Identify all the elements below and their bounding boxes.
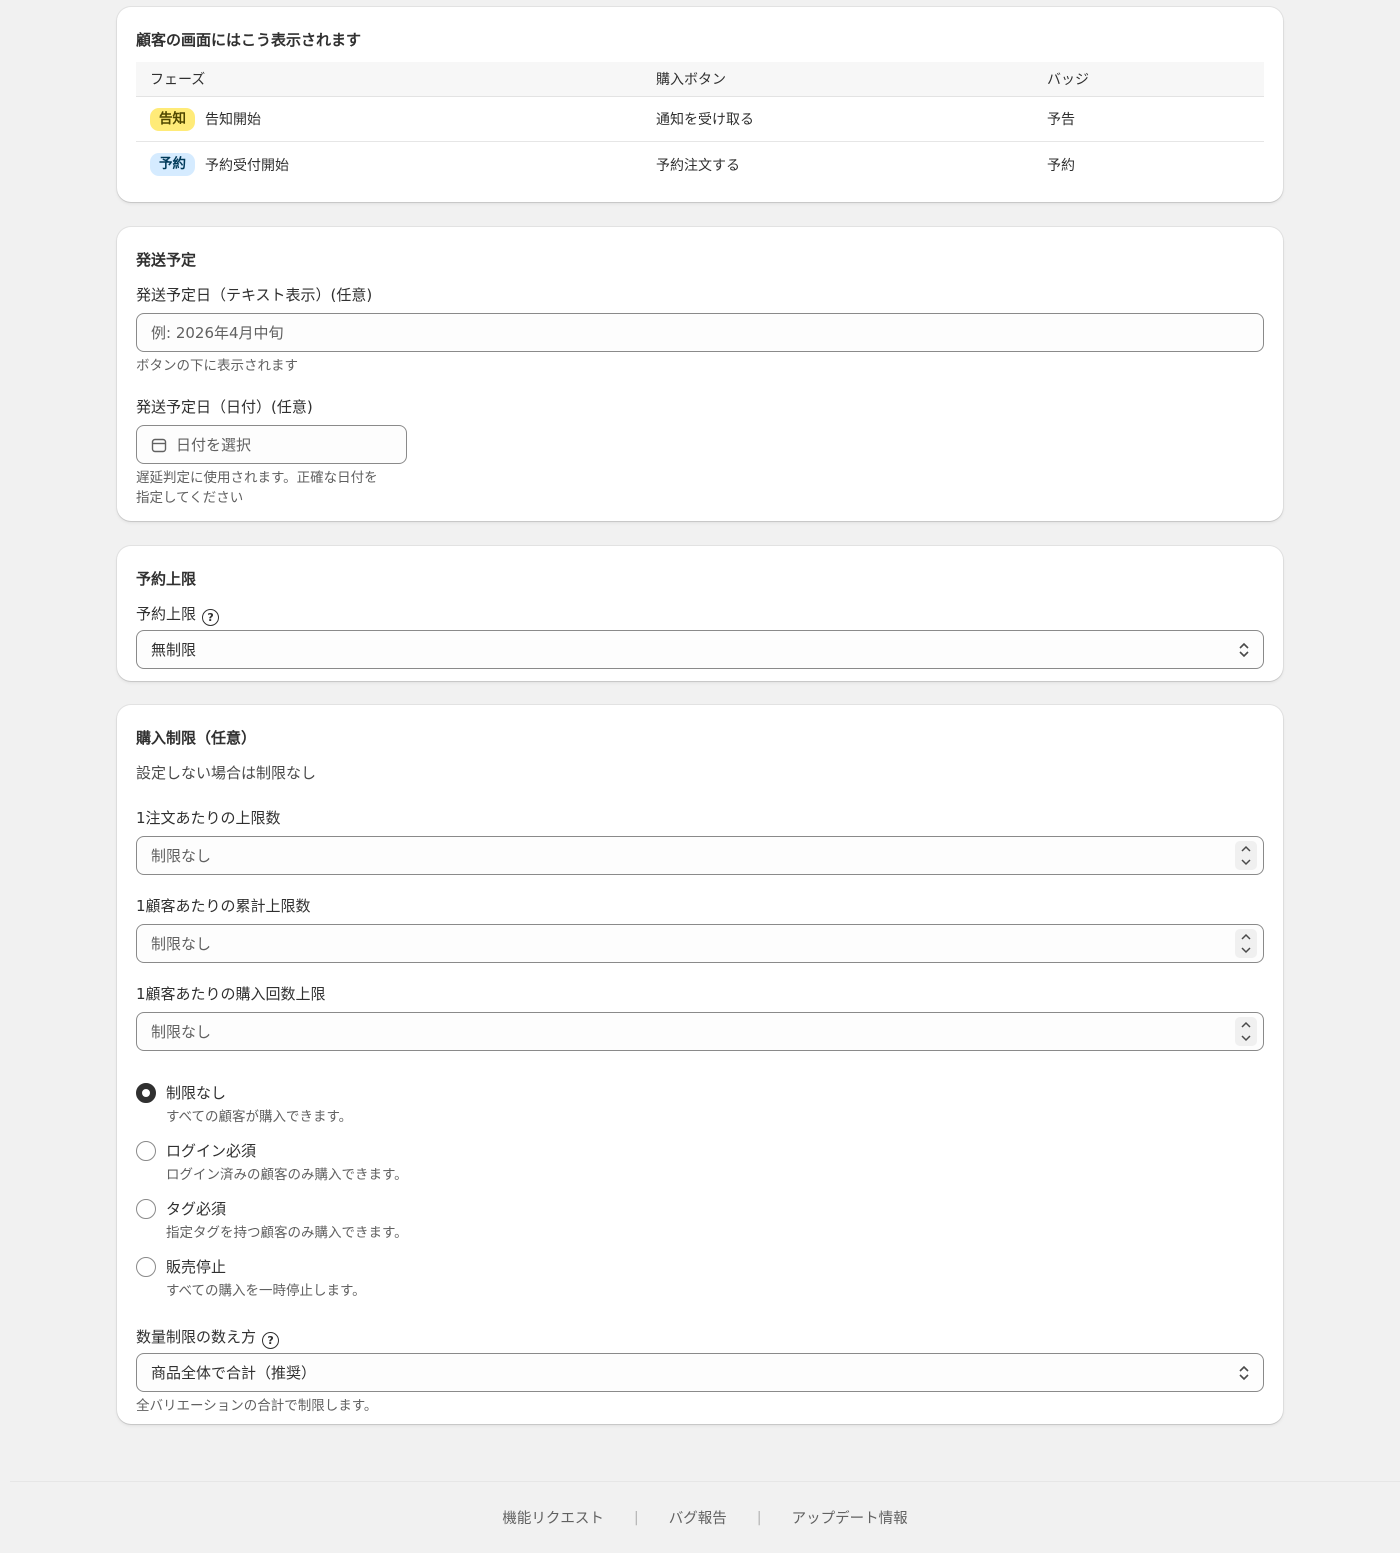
- shipping-text-placeholder: 例: 2026年4月中旬: [151, 324, 284, 342]
- radio-help: すべての顧客が購入できます。: [166, 1109, 353, 1125]
- badge-text: 予告: [1047, 112, 1075, 128]
- purchase-title: 購入制限（任意）: [136, 729, 257, 747]
- phase-name: 告知開始: [205, 112, 261, 128]
- count-method-label-row: 数量制限の数え方?: [136, 1326, 1264, 1349]
- limit-label: 予約上限: [136, 605, 197, 623]
- radio-button[interactable]: [136, 1141, 156, 1161]
- help-icon[interactable]: ?: [262, 1332, 280, 1349]
- shipping-date-picker[interactable]: 日付を選択: [136, 425, 407, 464]
- phase-badge-preorder: 予約: [150, 153, 195, 176]
- number-stepper[interactable]: [1235, 841, 1257, 870]
- shipping-text-help: ボタンの下に表示されます: [136, 358, 298, 374]
- radio-no-limit[interactable]: 制限なし すべての顧客が購入できます。: [136, 1082, 1264, 1140]
- radio-label: 販売停止: [166, 1258, 227, 1276]
- preview-title: 顧客の画面にはこう表示されます: [136, 31, 362, 49]
- stepper-arrows-icon: [1241, 933, 1251, 954]
- radio-button[interactable]: [136, 1083, 156, 1103]
- radio-button[interactable]: [136, 1199, 156, 1219]
- access-radio-group: 制限なし すべての顧客が購入できます。 ログイン必須 ログイン済みの顧客のみ購入…: [136, 1082, 1264, 1314]
- number-stepper[interactable]: [1235, 929, 1257, 958]
- column-header-button: 購入ボタン: [656, 72, 726, 88]
- radio-label: 制限なし: [166, 1084, 227, 1102]
- shipping-date-placeholder: 日付を選択: [176, 436, 252, 454]
- purchase-limit-card: 購入制限（任意） 設定しない場合は制限なし 1注文あたりの上限数 制限なし 1顧…: [117, 705, 1283, 1424]
- number-stepper[interactable]: [1235, 1017, 1257, 1046]
- limit-label-row: 予約上限?: [136, 603, 1264, 626]
- radio-tag-required[interactable]: タグ必須 指定タグを持つ顧客のみ購入できます。: [136, 1198, 1264, 1256]
- limit-title: 予約上限: [136, 570, 197, 588]
- footer-link-bug-report[interactable]: バグ報告: [669, 1507, 727, 1528]
- purchase-times-label: 1顧客あたりの購入回数上限: [136, 985, 326, 1003]
- radio-login-required[interactable]: ログイン必須 ログイン済みの顧客のみ購入できます。: [136, 1140, 1264, 1198]
- footer-link-updates[interactable]: アップデート情報: [792, 1507, 908, 1528]
- calendar-icon: [151, 437, 167, 453]
- count-method-label: 数量制限の数え方: [136, 1328, 257, 1346]
- badge-text: 予約: [1047, 157, 1075, 174]
- purchase-times-placeholder: 制限なし: [151, 1023, 212, 1041]
- reservation-limit-card: 予約上限 予約上限? 無制限: [117, 546, 1283, 681]
- footer-separator: |: [756, 1509, 762, 1526]
- radio-help: すべての購入を一時停止します。: [166, 1283, 366, 1299]
- limit-select-value: 無制限: [151, 641, 197, 659]
- phase-name: 予約受付開始: [205, 157, 289, 174]
- count-method-value: 商品全体で合計（推奨）: [151, 1364, 317, 1382]
- shipping-date-help: 遅延判定に使用されます。正確な日付を 指定してください: [136, 470, 378, 506]
- shipping-date-label: 発送予定日（日付）(任意): [136, 398, 313, 416]
- footer-link-feature-request[interactable]: 機能リクエスト: [502, 1507, 604, 1528]
- chevron-up-down-icon: [1239, 1365, 1249, 1381]
- shipping-title: 発送予定: [136, 251, 197, 269]
- stepper-arrows-icon: [1241, 845, 1251, 866]
- preview-table: フェーズ 購入ボタン バッジ 告知 告知開始 通知を受け取る 予告 予約 予約受…: [136, 62, 1264, 187]
- button-text: 予約注文する: [656, 157, 740, 174]
- limit-select[interactable]: 無制限: [136, 630, 1264, 669]
- phase-badge-announce: 告知: [150, 107, 195, 131]
- footer-separator: |: [633, 1509, 639, 1526]
- chevron-up-down-icon: [1239, 642, 1249, 658]
- column-header-phase: フェーズ: [150, 72, 206, 88]
- preview-card: 顧客の画面にはこう表示されます フェーズ 購入ボタン バッジ 告知 告知開始 通…: [117, 7, 1283, 202]
- table-row: 告知 告知開始 通知を受け取る 予告: [136, 97, 1264, 142]
- per-order-placeholder: 制限なし: [151, 847, 212, 865]
- radio-label: ログイン必須: [166, 1142, 257, 1160]
- count-method-help: 全バリエーションの合計で制限します。: [136, 1398, 378, 1414]
- footer: 機能リクエスト | バグ報告 | アップデート情報: [10, 1481, 1400, 1553]
- column-header-badge: バッジ: [1047, 72, 1089, 88]
- help-icon[interactable]: ?: [202, 609, 220, 626]
- radio-help: ログイン済みの顧客のみ購入できます。: [166, 1167, 408, 1183]
- radio-help: 指定タグを持つ顧客のみ購入できます。: [166, 1225, 408, 1241]
- per-order-label: 1注文あたりの上限数: [136, 809, 281, 827]
- per-customer-input[interactable]: 制限なし: [136, 924, 1264, 963]
- radio-label: タグ必須: [166, 1200, 227, 1218]
- per-customer-placeholder: 制限なし: [151, 935, 212, 953]
- table-row: 予約 予約受付開始 予約注文する 予約: [136, 142, 1264, 187]
- stepper-arrows-icon: [1241, 1021, 1251, 1042]
- button-text: 通知を受け取る: [656, 112, 754, 128]
- radio-sales-stopped[interactable]: 販売停止 すべての購入を一時停止します。: [136, 1256, 1264, 1314]
- shipping-text-input[interactable]: 例: 2026年4月中旬: [136, 313, 1264, 352]
- table-header: フェーズ 購入ボタン バッジ: [136, 62, 1264, 97]
- shipping-card: 発送予定 発送予定日（テキスト表示）(任意) 例: 2026年4月中旬 ボタンの…: [117, 227, 1283, 521]
- shipping-text-label: 発送予定日（テキスト表示）(任意): [136, 286, 373, 304]
- per-customer-label: 1顧客あたりの累計上限数: [136, 897, 311, 915]
- purchase-subtitle: 設定しない場合は制限なし: [136, 764, 317, 782]
- per-order-input[interactable]: 制限なし: [136, 836, 1264, 875]
- count-method-select[interactable]: 商品全体で合計（推奨）: [136, 1353, 1264, 1392]
- radio-button[interactable]: [136, 1257, 156, 1277]
- purchase-times-input[interactable]: 制限なし: [136, 1012, 1264, 1051]
